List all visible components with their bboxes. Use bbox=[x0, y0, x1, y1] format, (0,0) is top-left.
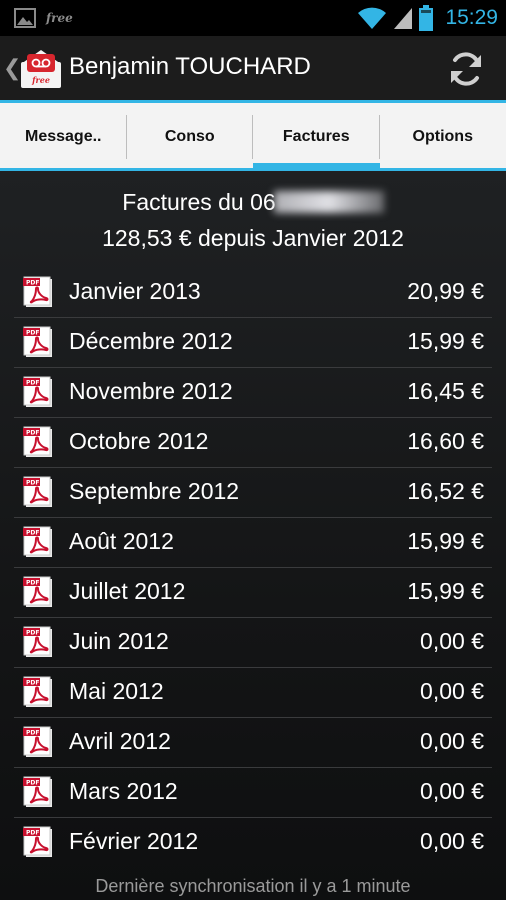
invoice-month: Septembre 2012 bbox=[69, 478, 240, 504]
pdf-icon-label: PDF bbox=[26, 430, 39, 437]
wifi-icon bbox=[358, 7, 387, 29]
signal-icon bbox=[394, 8, 413, 29]
action-bar: ❮ free Benjamin TOUCHARD bbox=[0, 36, 506, 100]
invoice-month: Avril 2012 bbox=[69, 728, 171, 754]
pdf-icon-label: PDF bbox=[26, 280, 39, 287]
pdf-icon: PDF bbox=[23, 576, 52, 607]
invoice-row[interactable]: PDF Août 2012 15,99 € bbox=[14, 518, 492, 568]
tab-label: Factures bbox=[282, 127, 350, 145]
invoice-month: Octobre 2012 bbox=[69, 428, 209, 454]
invoice-month: Décembre 2012 bbox=[69, 328, 233, 354]
invoice-amount: 15,99 € bbox=[407, 578, 484, 604]
pdf-icon: PDF bbox=[23, 376, 52, 407]
invoice-row[interactable]: PDF Novembre 2012 16,45 € bbox=[14, 368, 492, 418]
pdf-icon: PDF bbox=[23, 826, 52, 857]
invoice-month: Novembre 2012 bbox=[69, 378, 233, 404]
invoice-row[interactable]: PDF Septembre 2012 16,52 € bbox=[14, 468, 492, 518]
invoices-heading: Factures du 06 bbox=[0, 189, 506, 216]
pdf-icon-label: PDF bbox=[26, 480, 39, 487]
invoice-month: Août 2012 bbox=[69, 528, 174, 554]
invoice-amount: 0,00 € bbox=[420, 628, 484, 654]
pdf-icon-label: PDF bbox=[26, 330, 39, 337]
pdf-icon: PDF bbox=[23, 526, 52, 557]
tab-factures[interactable]: Factures bbox=[253, 103, 380, 170]
gallery-notification-icon bbox=[14, 8, 36, 28]
pdf-icon-label: PDF bbox=[26, 830, 39, 837]
pdf-icon: PDF bbox=[23, 276, 52, 307]
status-bar-right: 15:29 bbox=[357, 4, 498, 32]
invoice-row[interactable]: PDF Janvier 2013 20,99 € bbox=[14, 268, 492, 318]
tab-label: Message.. bbox=[25, 127, 102, 145]
invoice-row[interactable]: PDF Octobre 2012 16,60 € bbox=[14, 418, 492, 468]
clock: 15:29 bbox=[445, 6, 498, 29]
pdf-icon-label: PDF bbox=[26, 630, 39, 637]
invoice-amount: 20,99 € bbox=[407, 278, 484, 304]
tab-messages[interactable]: Message.. bbox=[0, 103, 127, 170]
pdf-icon: PDF bbox=[23, 626, 52, 657]
invoice-amount: 0,00 € bbox=[420, 828, 484, 854]
pdf-icon: PDF bbox=[23, 676, 52, 707]
pdf-icon-label: PDF bbox=[26, 780, 39, 787]
invoice-row[interactable]: PDF Juillet 2012 15,99 € bbox=[14, 568, 492, 618]
tab-label: Options bbox=[412, 127, 473, 145]
status-bar-left: free bbox=[14, 7, 73, 29]
invoice-row[interactable]: PDF Avril 2012 0,00 € bbox=[14, 718, 492, 768]
carrier-label: free bbox=[46, 11, 73, 25]
invoice-amount: 0,00 € bbox=[420, 778, 484, 804]
invoice-row[interactable]: PDF Décembre 2012 15,99 € bbox=[14, 318, 492, 368]
invoice-amount: 16,52 € bbox=[407, 478, 484, 504]
tab-bar: Message.. Conso Factures Options bbox=[0, 103, 506, 170]
invoices-heading-text: Factures du 06 bbox=[122, 189, 276, 215]
pdf-icon-label: PDF bbox=[26, 380, 39, 387]
invoice-row[interactable]: PDF Mars 2012 0,00 € bbox=[14, 768, 492, 818]
tab-options[interactable]: Options bbox=[380, 103, 506, 170]
pdf-icon-label: PDF bbox=[26, 580, 39, 587]
invoice-amount: 15,99 € bbox=[407, 328, 484, 354]
invoice-amount: 0,00 € bbox=[420, 728, 484, 754]
pdf-icon-label: PDF bbox=[26, 530, 39, 537]
sync-status: Dernière synchronisation il y a 1 minute bbox=[95, 876, 411, 896]
invoice-month: Février 2012 bbox=[69, 828, 199, 854]
pdf-icon: PDF bbox=[23, 726, 52, 757]
invoice-amount: 16,45 € bbox=[407, 378, 484, 404]
invoice-month: Mai 2012 bbox=[69, 678, 164, 704]
invoice-month: Janvier 2013 bbox=[69, 278, 201, 304]
tab-label: Conso bbox=[164, 127, 215, 145]
invoice-list: PDF Janvier 2013 20,99 € PDF Décembre 20… bbox=[14, 268, 492, 868]
pdf-icon: PDF bbox=[23, 426, 52, 457]
invoice-month: Mars 2012 bbox=[69, 778, 178, 804]
invoices-panel: Factures du 06 128,53 € depuis Janvier 2… bbox=[0, 171, 506, 900]
invoices-total: 128,53 € depuis Janvier 2012 bbox=[102, 225, 404, 251]
invoice-row[interactable]: PDF Février 2012 0,00 € bbox=[14, 818, 492, 868]
invoice-amount: 16,60 € bbox=[407, 428, 484, 454]
tab-conso[interactable]: Conso bbox=[127, 103, 253, 170]
pdf-icon-label: PDF bbox=[26, 680, 39, 687]
refresh-icon[interactable] bbox=[447, 50, 485, 88]
invoice-month: Juin 2012 bbox=[69, 628, 169, 654]
invoice-amount: 15,99 € bbox=[407, 528, 484, 554]
invoice-row[interactable]: PDF Juin 2012 0,00 € bbox=[14, 618, 492, 668]
invoice-row[interactable]: PDF Mai 2012 0,00 € bbox=[14, 668, 492, 718]
pdf-icon: PDF bbox=[23, 326, 52, 357]
invoice-month: Juillet 2012 bbox=[69, 578, 186, 604]
pdf-icon: PDF bbox=[23, 776, 52, 807]
status-bar: free 15:29 bbox=[0, 0, 506, 36]
logo-text: free bbox=[31, 75, 50, 85]
invoice-amount: 0,00 € bbox=[420, 678, 484, 704]
free-voicemail-logo-icon[interactable]: free bbox=[19, 46, 63, 90]
pdf-icon-label: PDF bbox=[26, 730, 39, 737]
battery-icon bbox=[419, 5, 434, 31]
redacted-phone-number bbox=[273, 191, 384, 213]
page-title: Benjamin TOUCHARD bbox=[69, 53, 311, 80]
pdf-icon: PDF bbox=[23, 476, 52, 507]
